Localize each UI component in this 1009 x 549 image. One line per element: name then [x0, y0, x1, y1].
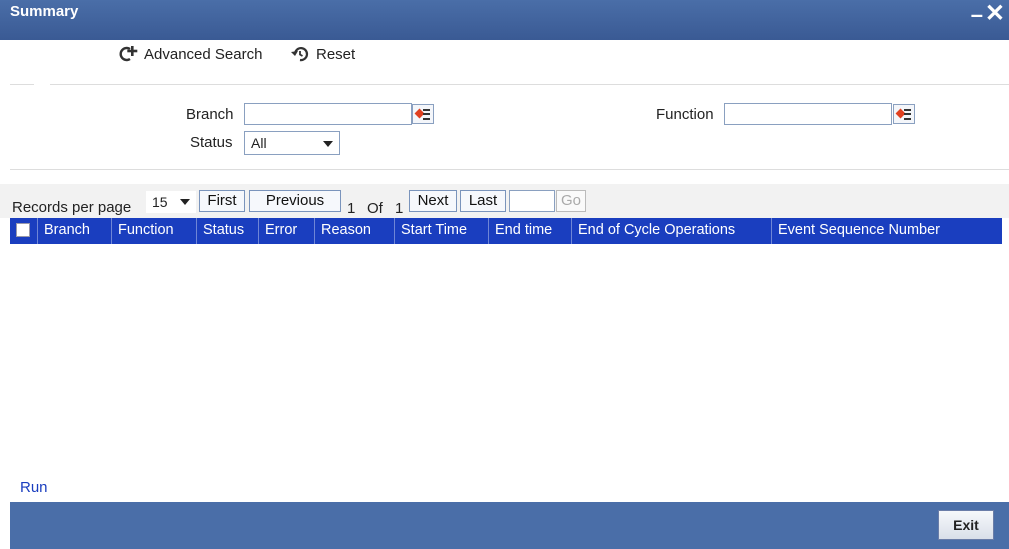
of-label: Of	[367, 200, 383, 217]
column-header-branch[interactable]: Branch	[38, 218, 112, 244]
go-button[interactable]: Go	[556, 190, 586, 212]
current-page: 1	[347, 200, 356, 217]
pagination-bar: Records per page 15 First Previous 1 Of …	[0, 184, 1009, 218]
function-lov-button[interactable]	[893, 104, 915, 124]
reset-icon	[291, 47, 309, 62]
status-select[interactable]: All	[244, 131, 340, 155]
reset-label: Reset	[316, 45, 356, 63]
minimize-icon[interactable]: –	[971, 2, 983, 28]
close-icon[interactable]: ✕	[985, 0, 1005, 28]
next-page-button[interactable]: Next	[409, 190, 457, 212]
advanced-search-label: Advanced Search	[144, 45, 263, 63]
panel-tick	[34, 83, 50, 86]
branch-input[interactable]	[244, 103, 412, 125]
status-label: Status	[190, 134, 233, 151]
records-per-page-label: Records per page	[12, 199, 132, 216]
window-title: Summary	[10, 3, 79, 20]
toolbar: Advanced Search Reset	[12, 40, 1009, 74]
status-selected-value: All	[251, 135, 267, 151]
select-all-cell	[10, 218, 38, 244]
column-header-event-sequence-number[interactable]: Event Sequence Number	[772, 218, 940, 244]
column-header-status[interactable]: Status	[197, 218, 259, 244]
records-per-page-value: 15	[152, 194, 168, 210]
grid-header: Branch Function Status Error Reason Star…	[10, 218, 1002, 244]
branch-lov-button[interactable]	[412, 104, 434, 124]
select-all-checkbox[interactable]	[16, 223, 30, 237]
total-pages: 1	[395, 200, 404, 217]
column-header-reason[interactable]: Reason	[315, 218, 395, 244]
column-header-end-time[interactable]: End time	[489, 218, 572, 244]
branch-label: Branch	[186, 106, 234, 123]
function-label: Function	[656, 106, 714, 123]
previous-page-button[interactable]: Previous	[249, 190, 341, 212]
function-input[interactable]	[724, 103, 892, 125]
records-per-page-select[interactable]: 15	[146, 191, 196, 213]
footer-bar: Exit	[10, 502, 1009, 549]
reset-button[interactable]: Reset	[290, 45, 355, 63]
goto-page-input[interactable]	[509, 190, 555, 212]
advanced-search-button[interactable]: Advanced Search	[118, 45, 262, 63]
exit-button[interactable]: Exit	[938, 510, 994, 540]
advanced-search-icon	[119, 46, 138, 62]
first-page-button[interactable]: First	[199, 190, 245, 212]
chevron-down-icon	[323, 141, 333, 147]
search-panel: Branch Function Status All	[10, 83, 1009, 170]
column-header-start-time[interactable]: Start Time	[395, 218, 489, 244]
column-header-end-of-cycle-operations[interactable]: End of Cycle Operations	[572, 218, 772, 244]
column-header-error[interactable]: Error	[259, 218, 315, 244]
chevron-down-icon	[180, 199, 190, 205]
title-bar: Summary – ✕	[0, 0, 1009, 40]
last-page-button[interactable]: Last	[460, 190, 506, 212]
run-link[interactable]: Run	[20, 479, 48, 496]
column-header-function[interactable]: Function	[112, 218, 197, 244]
